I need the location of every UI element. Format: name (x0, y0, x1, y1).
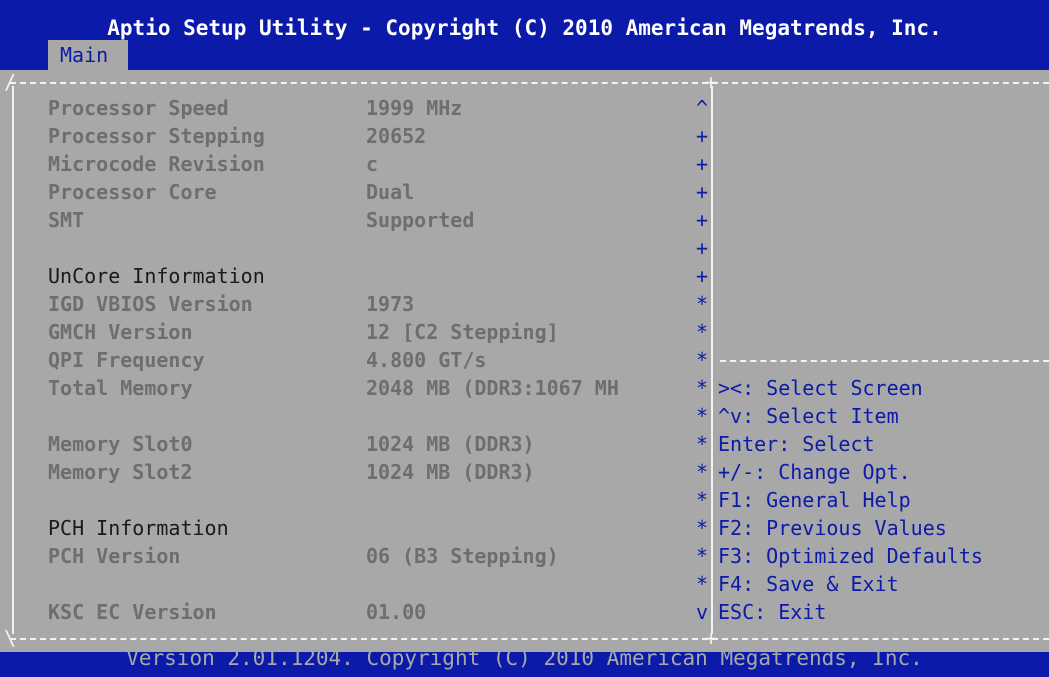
title-bar: Aptio Setup Utility - Copyright (C) 2010… (0, 0, 1049, 70)
scroll-indicator-mark: * (695, 320, 708, 344)
scroll-indicator-mark: + (695, 264, 708, 288)
scroll-indicator-mark: * (695, 516, 708, 540)
info-value-memory-slot2: 1024 MB (DDR3) (366, 460, 535, 484)
scroll-indicator-mark: * (695, 572, 708, 596)
info-value-pch-version: 06 (B3 Stepping) (366, 544, 559, 568)
scroll-indicator-mark: + (695, 180, 708, 204)
help-change-option: +/-: Change Opt. (718, 460, 911, 484)
help-select-screen: ><: Select Screen (718, 376, 923, 400)
info-label-memory-slot0: Memory Slot0 (48, 432, 193, 456)
info-value-gmch-version: 12 [C2 Stepping] (366, 320, 559, 344)
info-value-processor-speed: 1999 MHz (366, 96, 463, 120)
info-label-processor-speed: Processor Speed (48, 96, 229, 120)
footer-bar: Version 2.01.1204. Copyright (C) 2010 Am… (0, 646, 1049, 677)
frame-corner-top-left: / (4, 70, 17, 94)
frame-left-border (12, 86, 14, 634)
scroll-indicator-mark: * (695, 488, 708, 512)
scroll-down-indicator[interactable]: v (684, 600, 708, 624)
info-label-processor-stepping: Processor Stepping (48, 124, 265, 148)
help-general-help: F1: General Help (718, 488, 911, 512)
scroll-indicator-mark: + (695, 124, 708, 148)
help-optimized-defaults: F3: Optimized Defaults (718, 544, 983, 568)
help-enter-select: Enter: Select (718, 432, 875, 456)
help-esc-exit: ESC: Exit (718, 600, 827, 624)
tab-main[interactable]: Main (48, 40, 128, 70)
info-value-processor-core: Dual (366, 180, 415, 204)
info-value-total-memory: 2048 MB (DDR3:1067 MH (366, 376, 619, 400)
info-value-processor-stepping: 20652 (366, 124, 427, 148)
scroll-indicator-mark: + (695, 236, 708, 260)
frame-corner-bottom-left: \ (4, 626, 17, 650)
panel-divider (711, 86, 713, 634)
info-label-memory-slot2: Memory Slot2 (48, 460, 193, 484)
info-label-smt: SMT (48, 208, 85, 232)
info-value-smt: Supported (366, 208, 475, 232)
help-select-item: ^v: Select Item (718, 404, 899, 428)
info-value-ksc-ec-version: 01.00 (366, 600, 427, 624)
frame-bottom-border (10, 638, 1049, 640)
info-value-microcode-revision: c (366, 152, 379, 176)
info-label-ksc-ec-version: KSC EC Version (48, 600, 217, 624)
info-label-igd-vbios: IGD VBIOS Version (48, 292, 253, 316)
info-label-processor-core: Processor Core (48, 180, 217, 204)
scroll-indicator-mark: * (695, 348, 708, 372)
info-label-pch-version: PCH Version (48, 544, 181, 568)
app-title: Aptio Setup Utility - Copyright (C) 2010… (107, 16, 942, 40)
scroll-indicator-mark: * (695, 460, 708, 484)
scroll-up-indicator[interactable]: ^ (684, 96, 708, 120)
scroll-indicator-mark: * (695, 404, 708, 428)
scroll-indicator-mark: + (695, 152, 708, 176)
divider-junction-top: + (705, 70, 718, 94)
frame-top-border (10, 82, 1049, 84)
help-divider (720, 360, 1049, 362)
scroll-indicator-mark: + (695, 208, 708, 232)
scroll-indicator-mark: * (695, 292, 708, 316)
help-previous-values: F2: Previous Values (718, 516, 947, 540)
section-heading-pch: PCH Information (48, 516, 229, 540)
help-save-exit: F4: Save & Exit (718, 572, 899, 596)
info-label-gmch-version: GMCH Version (48, 320, 193, 344)
divider-junction-bottom: + (705, 626, 718, 650)
info-value-igd-vbios: 1973 (366, 292, 415, 316)
section-heading-uncore: UnCore Information (48, 264, 265, 288)
scroll-indicator-mark: * (695, 544, 708, 568)
info-value-memory-slot0: 1024 MB (DDR3) (366, 432, 535, 456)
scroll-indicator-mark: * (695, 376, 708, 400)
info-label-microcode-revision: Microcode Revision (48, 152, 265, 176)
info-value-qpi-frequency: 4.800 GT/s (366, 348, 487, 372)
info-label-qpi-frequency: QPI Frequency (48, 348, 205, 372)
footer-version-text: Version 2.01.1204. Copyright (C) 2010 Am… (126, 646, 923, 670)
scroll-indicator-mark: * (695, 432, 708, 456)
info-label-total-memory: Total Memory (48, 376, 193, 400)
